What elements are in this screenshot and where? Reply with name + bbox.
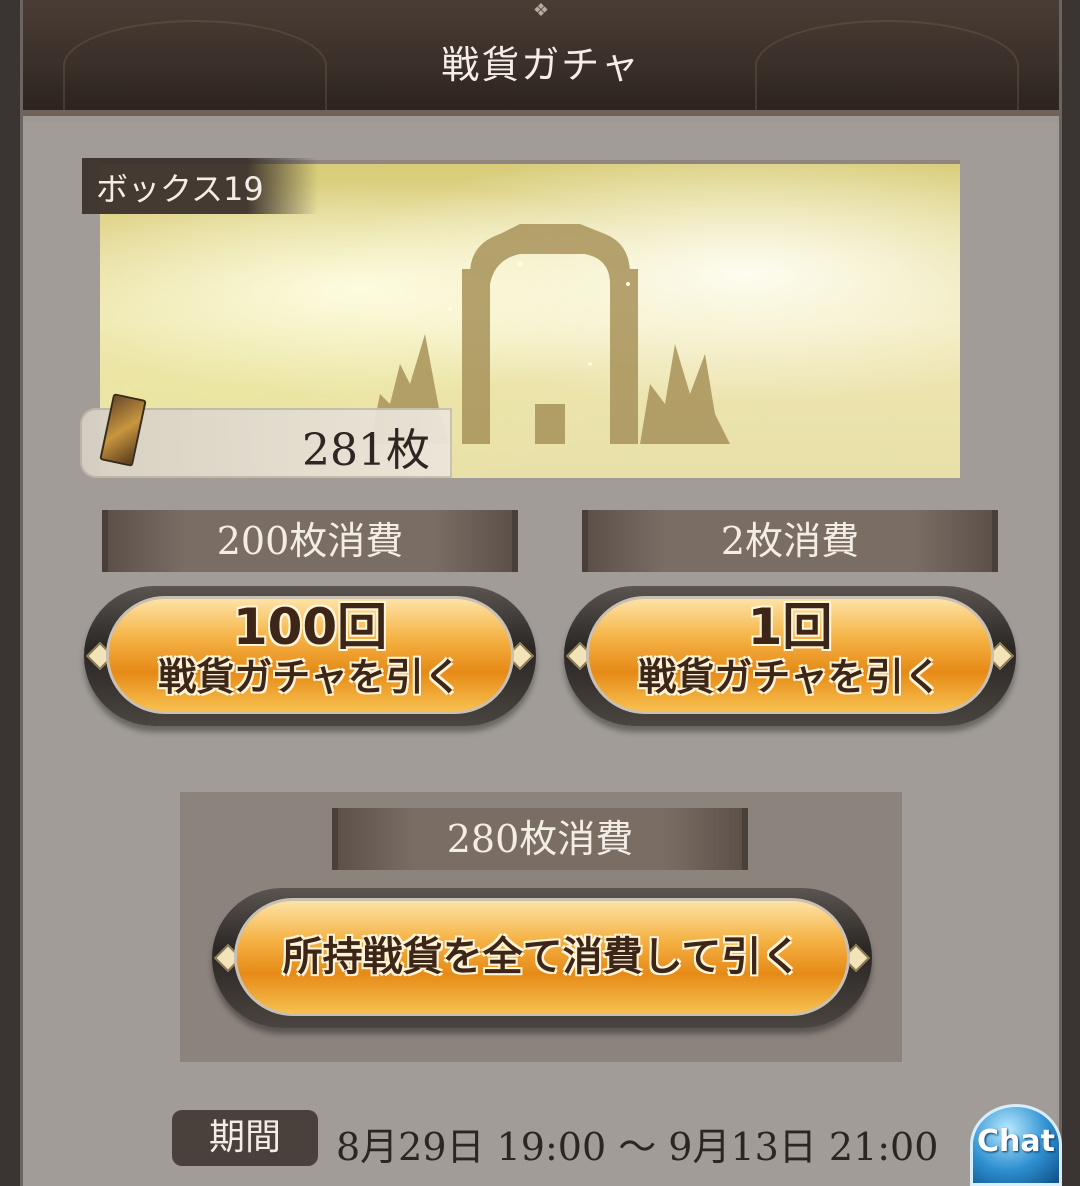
ornament-icon: ❖ [532, 0, 550, 21]
token-count: 281枚 [302, 425, 430, 476]
draw-100-cost-label: 200枚消費 [102, 510, 518, 572]
period-dates: 8月29日 19:00 〜 9月13日 21:00 [336, 1125, 939, 1169]
draw-100-button[interactable]: 100回 戦貨ガチャを引く [84, 586, 536, 726]
draw-1-label: 戦貨ガチャを引く [638, 655, 942, 699]
draw-1-button[interactable]: 1回 戦貨ガチャを引く [564, 586, 1016, 726]
draw-1-count: 1回 [747, 598, 833, 656]
draw-100-label: 戦貨ガチャを引く [158, 655, 462, 699]
draw-all-button-face[interactable]: 所持戦貨を全て消費して引く [234, 898, 850, 1016]
draw-all-cost-label: 280枚消費 [332, 808, 748, 870]
draw-1-cost-label: 2枚消費 [582, 510, 998, 572]
chat-button[interactable]: Chat [970, 1104, 1062, 1186]
page-title: 戦貨ガチャ [441, 43, 641, 87]
draw-1-button-face[interactable]: 1回 戦貨ガチャを引く [586, 596, 994, 714]
draw-all-label: 所持戦貨を全て消費して引く [282, 934, 802, 980]
draw-all-button[interactable]: 所持戦貨を全て消費して引く [212, 888, 872, 1028]
window-header: ❖ 戦貨ガチャ [23, 0, 1059, 116]
token-count-badge: 281枚 [80, 393, 452, 478]
period-label: 期間 [172, 1110, 318, 1166]
box-number-label: ボックス19 [82, 158, 318, 214]
draw-100-count: 100回 [232, 598, 388, 656]
draw-100-button-face[interactable]: 100回 戦貨ガチャを引く [106, 596, 514, 714]
event-period: 期間 8月29日 19:00 〜 9月13日 21:00 [0, 1108, 1080, 1169]
